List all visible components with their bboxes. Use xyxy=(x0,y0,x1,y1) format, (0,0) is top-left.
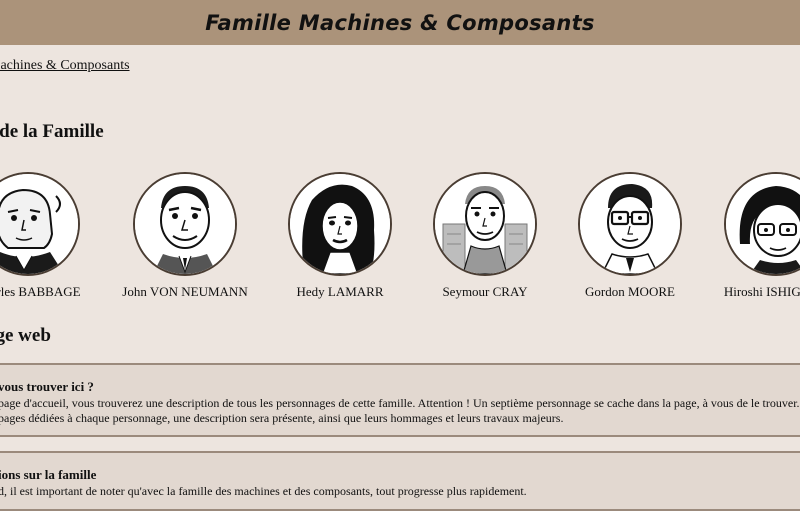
portrait-babbage-icon[interactable] xyxy=(0,172,80,276)
portrait-lamarr-icon[interactable] xyxy=(288,172,392,276)
info-panel-family: ions sur la famille d, il est important … xyxy=(0,451,800,511)
header-bar: Famille Machines & Composants xyxy=(0,0,800,45)
member-card-cray[interactable]: Seymour CRAY xyxy=(410,172,560,302)
panel-text-line: d, il est important de noter qu'avec la … xyxy=(0,484,527,498)
portrait-moore-icon[interactable] xyxy=(578,172,682,276)
member-name[interactable]: Charles BABBAGE xyxy=(0,284,103,300)
member-name[interactable]: Hedy LAMARR xyxy=(265,284,415,300)
member-card-lamarr[interactable]: Hedy LAMARR xyxy=(265,172,415,302)
website-section-title: age web xyxy=(0,325,51,346)
members-section-title: s de la Famille xyxy=(0,121,104,142)
member-name[interactable]: Gordon MOORE xyxy=(555,284,705,300)
member-name[interactable]: Seymour CRAY xyxy=(410,284,560,300)
panel-text-line: page d'accueil, vous trouverez une descr… xyxy=(0,396,800,410)
members-row: Charles BABBAGE John VON NEUMANN xyxy=(0,172,800,302)
portrait-ishiguro-icon[interactable] xyxy=(724,172,800,276)
portrait-von-neumann-icon[interactable] xyxy=(133,172,237,276)
member-card-von-neumann[interactable]: John VON NEUMANN xyxy=(110,172,260,302)
member-card-babbage[interactable]: Charles BABBAGE xyxy=(0,172,103,302)
member-name[interactable]: Hiroshi ISHIGURO xyxy=(701,284,800,300)
info-panel-where: vous trouver ici ? page d'accueil, vous … xyxy=(0,363,800,437)
page-title: Famille Machines & Composants xyxy=(205,10,595,35)
panel-text-line: pages dédiées à chaque personnage, une d… xyxy=(0,411,564,425)
member-card-ishiguro[interactable]: Hiroshi ISHIGURO xyxy=(701,172,800,302)
member-card-moore[interactable]: Gordon MOORE xyxy=(555,172,705,302)
portrait-cray-icon[interactable] xyxy=(433,172,537,276)
breadcrumb-link[interactable]: Machines & Composants xyxy=(0,58,130,74)
panel-title: vous trouver ici ? xyxy=(0,379,94,394)
member-name[interactable]: John VON NEUMANN xyxy=(110,284,260,300)
panel-title: ions sur la famille xyxy=(0,467,97,482)
